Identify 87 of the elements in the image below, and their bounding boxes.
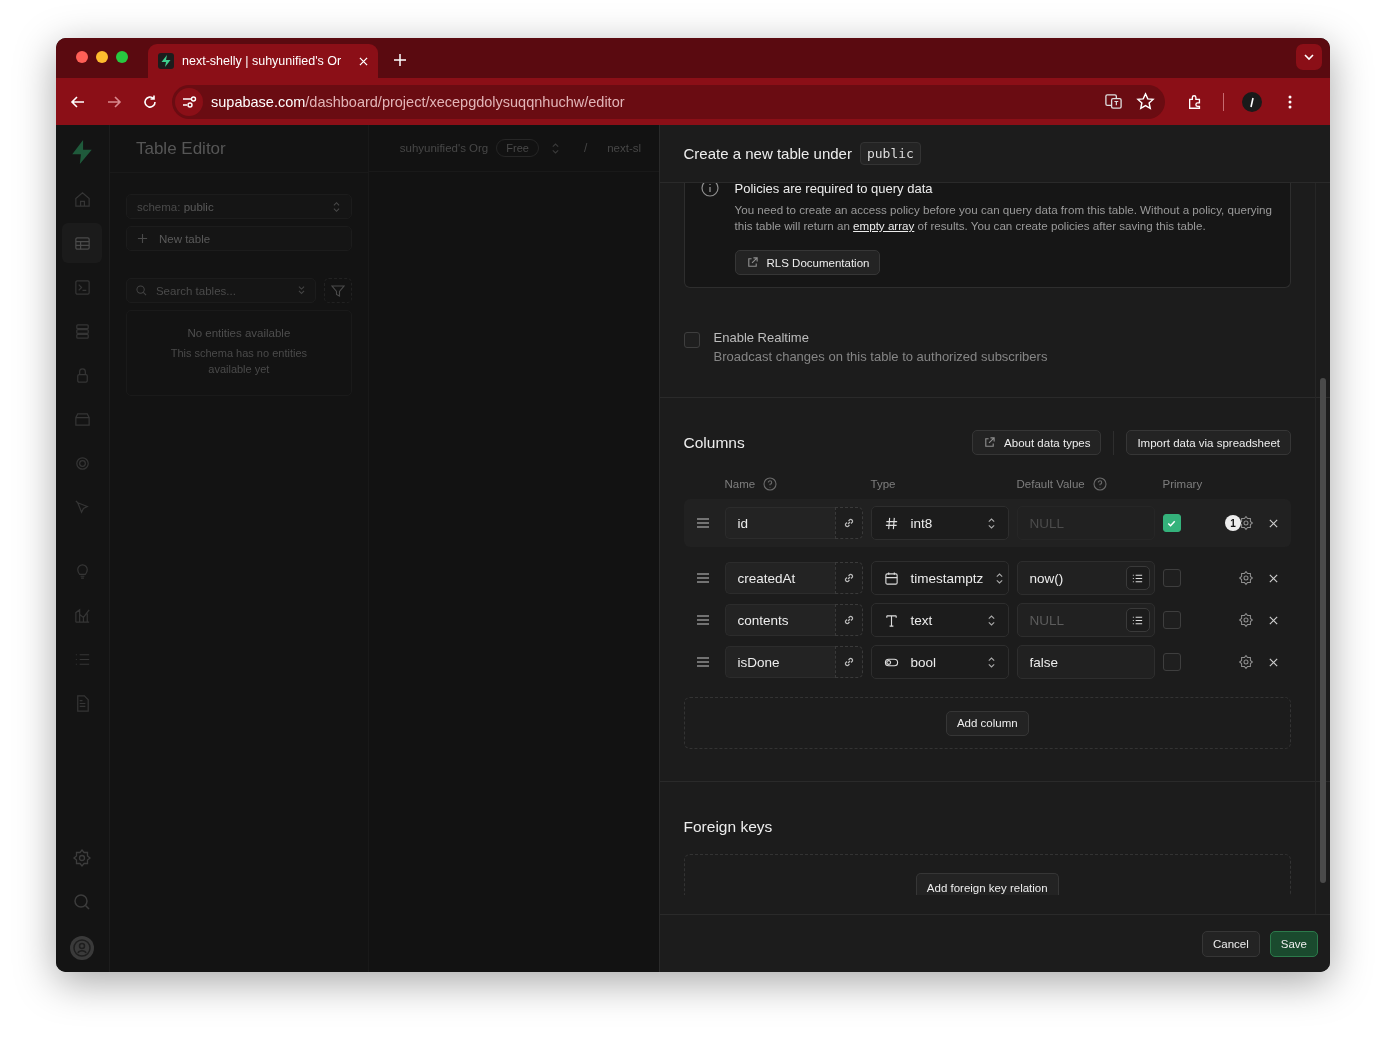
- external-link-icon: [983, 436, 997, 449]
- switcher-chevron-icon[interactable]: [550, 141, 560, 155]
- realtime-checkbox[interactable]: [683, 332, 700, 348]
- plus-icon: [136, 233, 148, 244]
- close-window-button[interactable]: [76, 51, 88, 63]
- info-icon: [700, 183, 719, 197]
- foreign-key-link-button[interactable]: [834, 646, 863, 678]
- add-column-button[interactable]: Add column: [945, 710, 1029, 736]
- remove-icon[interactable]: [1268, 517, 1279, 529]
- foreign-key-link-button[interactable]: [834, 604, 863, 636]
- realtime-label: Enable Realtime: [713, 330, 810, 345]
- extensions-icon[interactable]: [1187, 93, 1203, 110]
- column-header: Primary: [1162, 478, 1203, 490]
- tab-search-icon[interactable]: [1296, 44, 1322, 70]
- about-data-types-button[interactable]: About data types: [972, 430, 1102, 455]
- drag-handle-icon[interactable]: [695, 573, 710, 583]
- remove-icon[interactable]: [1268, 656, 1279, 668]
- column-name-field[interactable]: contents: [724, 604, 835, 636]
- column-type-select[interactable]: bool: [870, 645, 1009, 679]
- foreign-key-link-button[interactable]: [834, 507, 863, 539]
- drag-handle-icon[interactable]: [695, 615, 710, 625]
- reload-icon[interactable]: [142, 93, 158, 110]
- schema-name-label: public: [859, 142, 921, 165]
- chevron-updown-icon: [986, 516, 996, 530]
- column-type-select[interactable]: text: [870, 603, 1009, 637]
- empty-array-link[interactable]: empty array: [853, 219, 915, 232]
- column-header: Type: [870, 478, 896, 490]
- default-value-field[interactable]: false: [1016, 645, 1155, 679]
- external-link-icon: [745, 256, 759, 269]
- profile-avatar-icon[interactable]: [1242, 91, 1262, 112]
- table-nav-icon[interactable]: [62, 223, 103, 263]
- import-spreadsheet-button[interactable]: Import data via spreadsheet: [1126, 430, 1291, 455]
- column-name-field[interactable]: createdAt: [724, 562, 835, 594]
- save-button[interactable]: Save: [1269, 930, 1318, 957]
- primary-key-checkbox[interactable]: [1162, 514, 1181, 532]
- drag-handle-icon[interactable]: [695, 518, 710, 528]
- rls-documentation-button[interactable]: RLS Documentation: [734, 250, 881, 275]
- foreign-keys-heading: Foreign keys: [683, 818, 774, 836]
- remove-icon[interactable]: [1268, 614, 1279, 626]
- text-type-icon: [883, 612, 899, 628]
- close-tab-icon[interactable]: [359, 56, 368, 66]
- notice-text: You need to create an access policy before you can query data from this table. Without a policy, querying this table will return an empty array of results. You can create policies after saving this table.: [734, 202, 1273, 234]
- chevron-updown-icon: [986, 655, 996, 669]
- remove-icon[interactable]: [1268, 572, 1279, 584]
- search-icon: [135, 285, 147, 296]
- chevron-updown-icon: [986, 613, 996, 627]
- column-header: Name: [724, 478, 756, 490]
- suggestions-list-button[interactable]: [1125, 608, 1150, 632]
- column-type-select[interactable]: int8: [870, 506, 1009, 540]
- column-name-field[interactable]: isDone: [724, 646, 835, 678]
- maximize-window-button[interactable]: [116, 51, 128, 63]
- cancel-button[interactable]: Cancel: [1201, 930, 1260, 957]
- chevron-updown-icon: [331, 200, 341, 213]
- hash-icon: [883, 515, 899, 531]
- bolt-icon: [158, 53, 174, 69]
- breadcrumb-separator: /: [583, 141, 588, 155]
- chevron-updown-icon: [995, 571, 1005, 585]
- translate-icon[interactable]: [1104, 92, 1123, 111]
- count-badge: 1: [1225, 515, 1241, 531]
- browser-tab[interactable]: next-shelly | suhyunified's Or: [148, 44, 378, 78]
- foreign-key-link-button[interactable]: [834, 562, 863, 594]
- site-settings-icon[interactable]: [175, 87, 203, 116]
- settings-icon[interactable]: [1238, 515, 1254, 531]
- page-title: Table Editor: [135, 138, 226, 159]
- realtime-description: Broadcast changes on this table to authorized subscribers: [713, 349, 1048, 364]
- notice-title: Policies are required to query data: [734, 183, 933, 196]
- address-bar[interactable]: supabase.com/dashboard/project/xecepgdolysuqqnhuchw/editor: [172, 84, 1165, 119]
- primary-key-checkbox[interactable]: [1162, 611, 1181, 629]
- suggestions-list-button[interactable]: [1125, 566, 1150, 590]
- filter-icon: [330, 283, 345, 298]
- calendar-icon: [883, 570, 899, 586]
- bookmark-star-icon[interactable]: [1136, 92, 1155, 111]
- primary-key-checkbox[interactable]: [1162, 653, 1181, 671]
- new-tab-icon[interactable]: [394, 54, 406, 66]
- help-icon[interactable]: [763, 477, 778, 491]
- drag-handle-icon[interactable]: [695, 657, 710, 667]
- column-type-select[interactable]: timestamptz: [870, 561, 1009, 595]
- back-icon[interactable]: [70, 93, 86, 110]
- column-name-field[interactable]: id: [724, 507, 835, 539]
- panel-title: Create a new table under: [683, 145, 852, 162]
- columns-heading: Columns: [683, 433, 745, 452]
- primary-key-checkbox[interactable]: [1162, 569, 1181, 587]
- column-header: Default Value: [1016, 478, 1085, 490]
- minimize-window-button[interactable]: [96, 51, 108, 63]
- help-icon[interactable]: [1092, 477, 1107, 491]
- forward-icon[interactable]: [106, 93, 122, 110]
- add-foreign-key-button[interactable]: Add foreign key relation: [915, 873, 1059, 895]
